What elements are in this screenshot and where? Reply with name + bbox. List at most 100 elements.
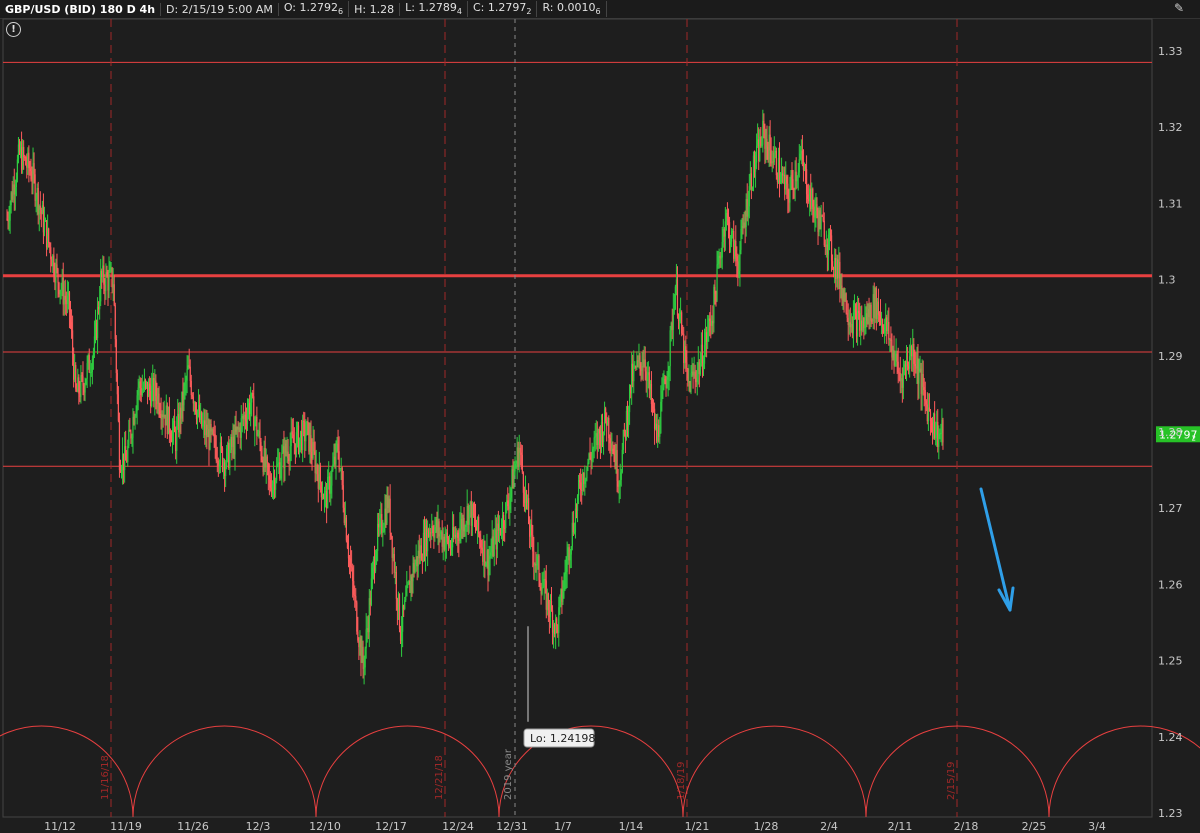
candle-body <box>304 422 306 442</box>
candle-body <box>824 245 826 247</box>
candle-body <box>295 432 298 455</box>
candle-body <box>442 536 444 547</box>
candle-body <box>638 355 640 361</box>
candle-body <box>721 242 723 258</box>
candle-body <box>370 578 372 605</box>
candle-body <box>870 304 872 321</box>
candle-body <box>419 545 421 559</box>
price-chart[interactable]: 11/16/18 12/21/18 1/18/19 2/15/192019 year … <box>0 0 1200 833</box>
candle-body <box>480 538 482 548</box>
candle-body <box>835 257 837 279</box>
candle-body <box>125 446 127 461</box>
candle-body <box>418 550 420 559</box>
candle-body <box>923 387 925 391</box>
x-tick-label: 11/26 <box>177 820 209 833</box>
candle-body <box>841 285 843 301</box>
candle-body <box>183 385 185 406</box>
candle-body <box>358 640 360 648</box>
candle-body <box>346 540 349 549</box>
candle-body <box>79 393 81 397</box>
candle-body <box>639 355 641 364</box>
candle-body <box>655 423 657 429</box>
candle-body <box>642 366 644 368</box>
candle-body <box>275 480 277 490</box>
candle-body <box>588 453 590 463</box>
candle-body <box>692 371 694 376</box>
candle-body <box>60 289 62 291</box>
candle-body <box>612 448 614 454</box>
candle-body <box>74 364 76 380</box>
candle-body <box>534 564 536 566</box>
candle-body <box>429 532 431 537</box>
candle-body <box>121 453 124 470</box>
candle-body <box>286 451 288 453</box>
candle-body <box>792 179 794 189</box>
candle-body <box>38 205 40 215</box>
candle-body <box>93 336 96 352</box>
candle-body <box>669 330 671 367</box>
candle-body <box>699 363 701 375</box>
candle-body <box>17 144 20 160</box>
candle-body <box>800 150 802 154</box>
candle-body <box>593 437 595 449</box>
candle-body <box>225 466 227 477</box>
candle-body <box>789 188 791 203</box>
candle-body <box>100 270 102 302</box>
candle-body <box>347 548 350 559</box>
candle-body <box>94 323 97 337</box>
candle-body <box>899 372 901 382</box>
candle-body <box>427 528 429 552</box>
candle-body <box>447 538 450 547</box>
candle-body <box>161 414 163 420</box>
candle-body <box>168 406 171 433</box>
cycle-marker-label: 11/16/18 <box>100 755 111 800</box>
candle-body <box>809 188 811 202</box>
candle-body <box>913 343 915 364</box>
candle-body <box>172 420 175 431</box>
candle-body <box>377 523 379 552</box>
candle-body <box>208 429 210 450</box>
candle-body <box>583 473 585 484</box>
candle-body <box>903 364 906 368</box>
candle-body <box>847 317 849 326</box>
candle-body <box>867 308 869 324</box>
candle-body <box>742 225 744 228</box>
candle-body <box>931 422 934 435</box>
candle-body <box>88 355 90 373</box>
candle-body <box>828 232 831 235</box>
candle-body <box>504 527 506 529</box>
candle-body <box>284 443 286 468</box>
candle-body <box>846 313 848 318</box>
candle-body <box>34 174 36 201</box>
candle-body <box>383 527 385 532</box>
candle-body <box>317 474 319 489</box>
candle-body <box>230 436 232 450</box>
candle-body <box>162 414 164 418</box>
candle-body <box>863 317 865 329</box>
candle-body <box>786 176 788 184</box>
candle-body <box>648 372 650 390</box>
candle-body <box>31 179 33 181</box>
candle-body <box>761 144 763 146</box>
candle-body <box>738 270 740 275</box>
candle-body <box>912 343 914 357</box>
cycle-arc <box>132 725 317 818</box>
candle-body <box>514 467 516 472</box>
candle-body <box>525 490 528 503</box>
candle-body <box>221 448 224 470</box>
candle-body <box>559 596 561 608</box>
candle-body <box>154 380 156 401</box>
candle-body <box>630 384 632 394</box>
candle-body <box>915 366 917 369</box>
candle-body <box>110 267 112 269</box>
candle-body <box>875 288 877 319</box>
candle-body <box>316 464 318 475</box>
candle-body <box>668 366 670 377</box>
candle-body <box>241 416 243 419</box>
candle-body <box>815 204 817 211</box>
candle-body <box>141 389 143 396</box>
candle-body <box>287 451 289 459</box>
candle-body <box>599 433 602 446</box>
candle-body <box>265 456 267 468</box>
candle-body <box>760 136 762 146</box>
